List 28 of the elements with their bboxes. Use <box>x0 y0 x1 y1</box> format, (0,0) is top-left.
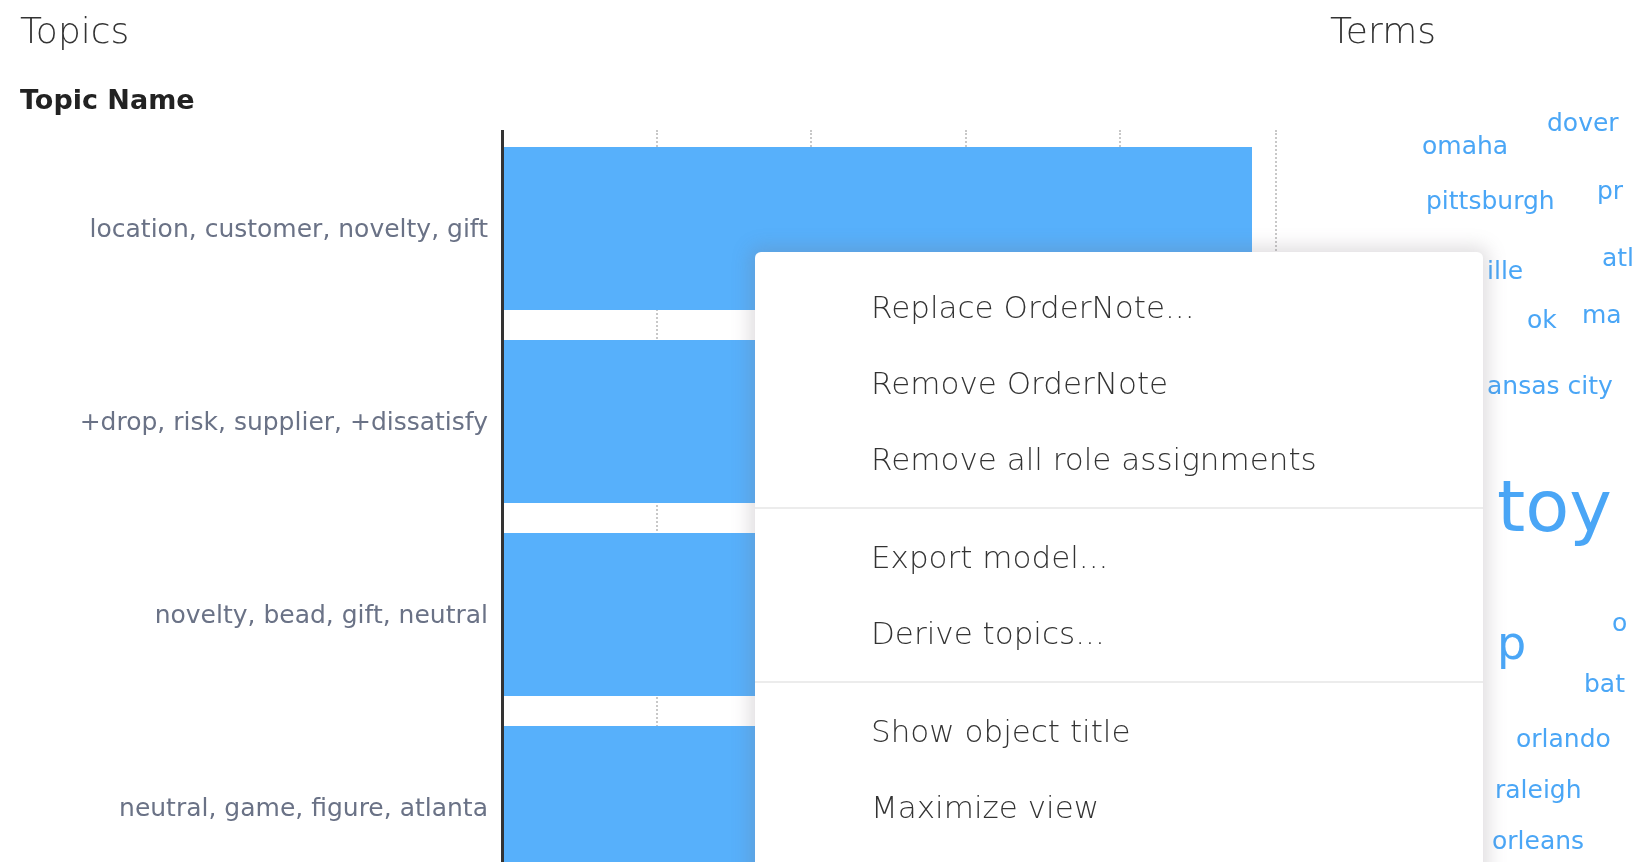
cloud-word: raleigh <box>1495 777 1582 802</box>
menu-item[interactable]: Maximize view <box>755 769 1483 845</box>
cloud-word: bat <box>1584 671 1625 696</box>
cloud-word: omaha <box>1422 133 1509 158</box>
cloud-word: ansas city <box>1487 373 1613 398</box>
topic-label: location, customer, novelty, gift <box>88 214 489 243</box>
menu-item[interactable]: Show object title <box>755 693 1483 769</box>
cloud-word: orleans <box>1492 828 1585 853</box>
cloud-word: ille <box>1487 258 1524 283</box>
menu-item[interactable]: Replace OrderNote... <box>755 269 1483 345</box>
cloud-word: ma <box>1582 302 1622 327</box>
menu-item[interactable]: Remove OrderNote <box>755 345 1483 421</box>
topic-label: neutral, game, figure, atlanta <box>118 793 489 822</box>
menu-item[interactable]: Export model... <box>755 519 1483 595</box>
menu-item[interactable]: Remove all role assignments <box>755 421 1483 497</box>
cloud-word: dover <box>1547 110 1619 135</box>
cloud-word: ok <box>1527 307 1557 332</box>
cloud-word: pr <box>1597 178 1624 203</box>
topic-label: novelty, bead, gift, neutral <box>153 600 489 629</box>
panel-title: Topics <box>20 10 130 51</box>
cloud-word: atl <box>1602 245 1635 270</box>
topic-label: +drop, risk, supplier, +dissatisfy <box>78 407 489 436</box>
cloud-word: pittsburgh <box>1426 188 1555 213</box>
menu-item[interactable]: Derive topics... <box>755 595 1483 671</box>
column-header: Topic Name <box>20 84 195 115</box>
panel-title: Terms <box>1330 10 1436 51</box>
cloud-word: o <box>1612 610 1628 635</box>
cloud-word: orlando <box>1516 726 1611 751</box>
